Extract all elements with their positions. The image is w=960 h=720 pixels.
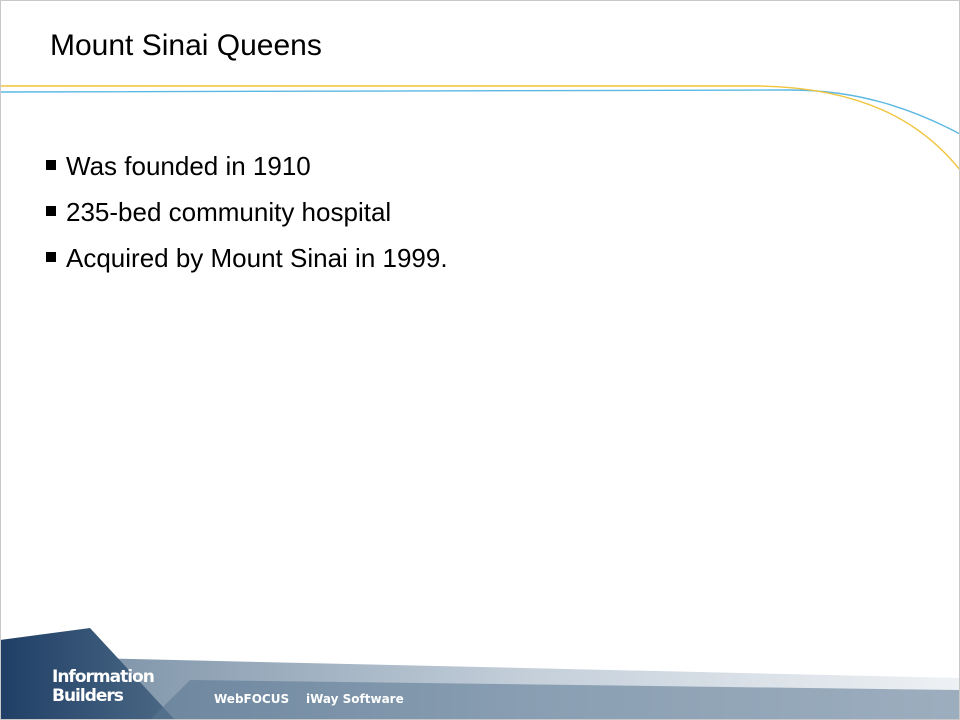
footer-product-iway: iWay Software: [306, 692, 404, 706]
information-builders-logo: Information Builders: [52, 667, 155, 706]
footer-product-webfocus: WebFOCUS: [214, 692, 290, 706]
logo-line-1: Information: [52, 667, 155, 687]
slide: Mount Sinai Queens Was founded in 1910 2…: [0, 0, 960, 720]
footer-band-decoration: [0, 628, 960, 720]
logo-line-2: Builders: [52, 686, 124, 706]
